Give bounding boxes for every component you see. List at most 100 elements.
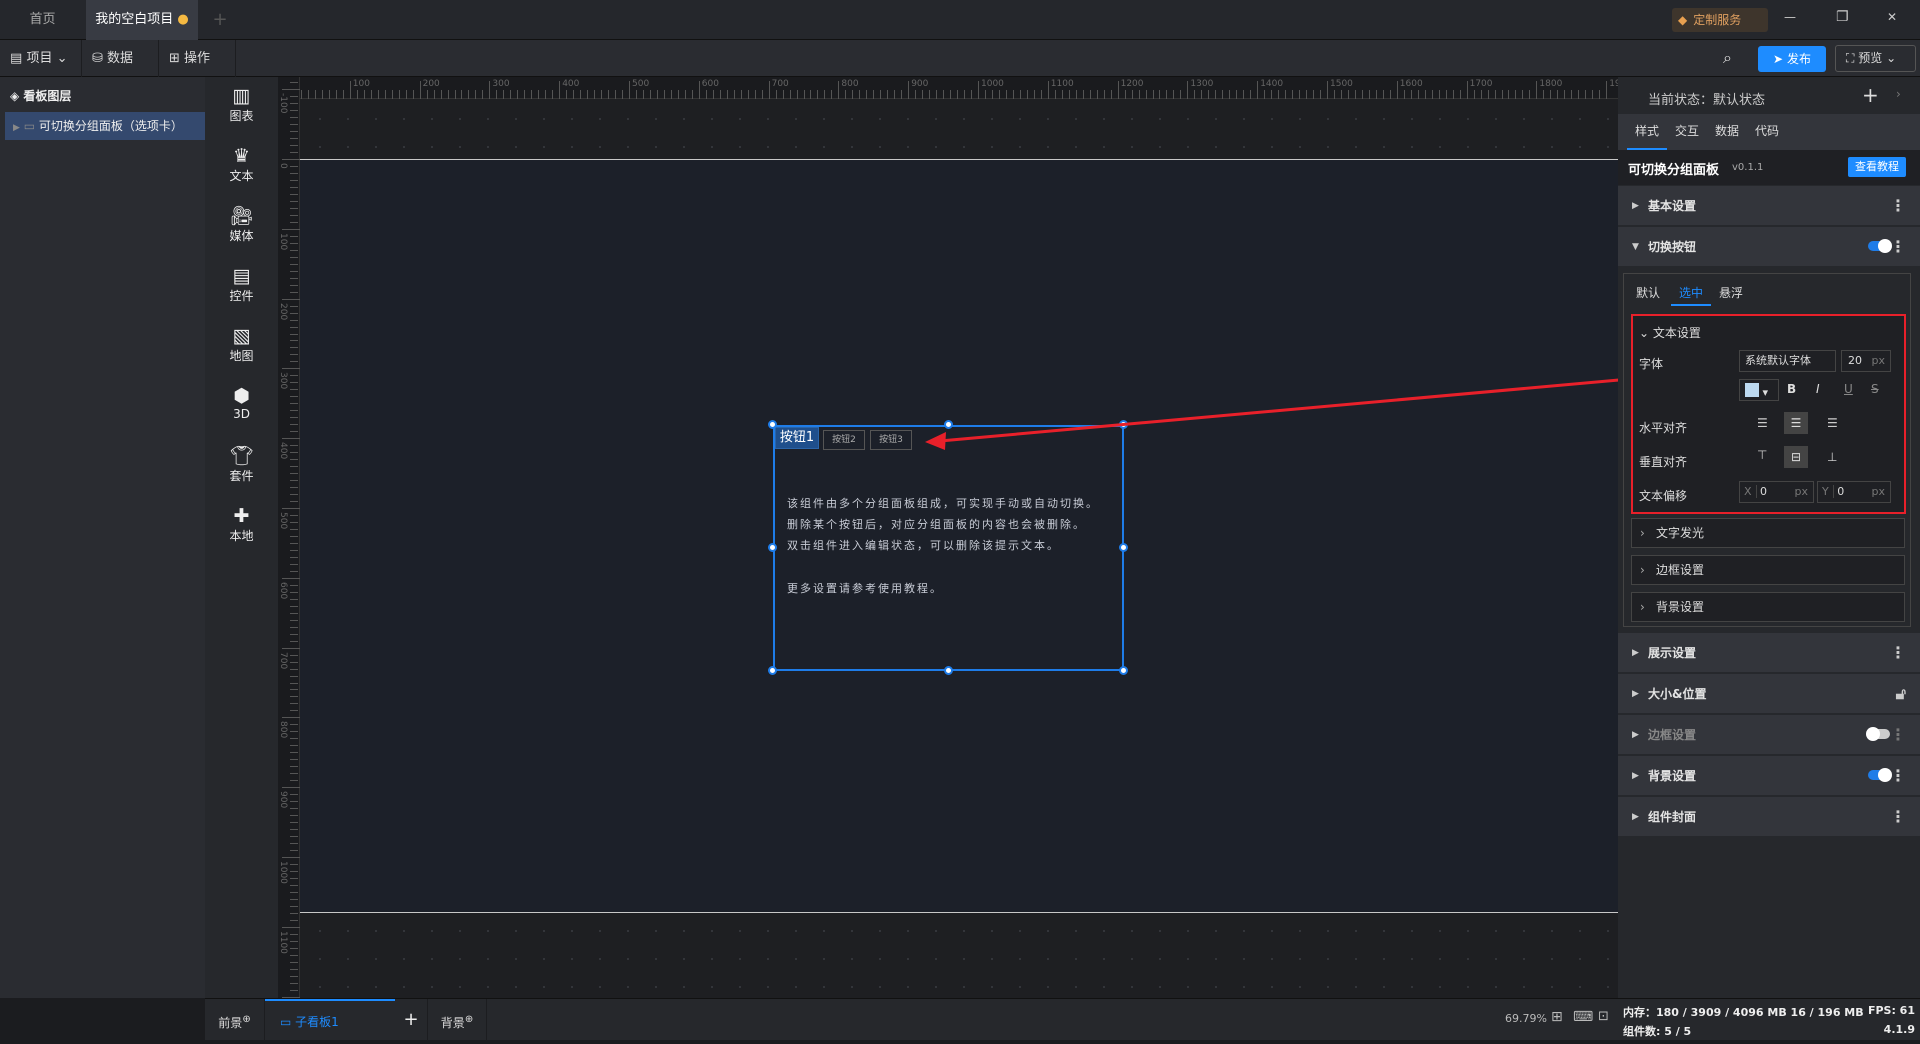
align-right-icon[interactable]: ☰	[1827, 416, 1838, 430]
align-middle-icon[interactable]: ⊟	[1784, 446, 1808, 468]
ruler-tick	[290, 375, 298, 377]
tab-panel-component[interactable]: 按钮1 按钮2 按钮3 该组件由多个分组面板组成，可实现手动或自动切换。 删除某…	[773, 425, 1124, 671]
align-top-icon[interactable]: ⊤	[1757, 448, 1767, 462]
ruler-tick	[290, 947, 298, 949]
tab-button-2[interactable]: 按钮2	[823, 430, 865, 450]
add-circle-icon[interactable]: ⊕	[465, 1014, 473, 1025]
preview-button[interactable]: ⛶ 预览 ⌄	[1835, 45, 1916, 72]
search-icon[interactable]: ⌕	[1723, 48, 1732, 68]
tab-home[interactable]: 首页	[0, 0, 85, 40]
more-icon[interactable]: ⋮	[1890, 227, 1906, 267]
ruler-tick	[290, 382, 298, 384]
state-tab-default[interactable]: 默认	[1636, 284, 1660, 301]
font-size-input[interactable]: 20 px	[1841, 350, 1891, 372]
strikethrough-button[interactable]: S	[1871, 382, 1879, 396]
align-left-icon[interactable]: ☰	[1757, 416, 1768, 430]
section-switch-button[interactable]: ▼ 切换按钮 ⋮	[1618, 227, 1920, 267]
more-icon[interactable]: ⋮	[1890, 756, 1906, 796]
section-background[interactable]: ▶ 背景设置 ⋮	[1618, 756, 1920, 796]
tab-code[interactable]: 代码	[1747, 114, 1787, 150]
tab-style[interactable]: 样式	[1627, 114, 1667, 150]
section-size-position[interactable]: ▶ 大小&位置 🔓︎	[1618, 674, 1920, 714]
state-tab-selected[interactable]: 选中	[1671, 284, 1711, 306]
subsection-border[interactable]: › 边框设置	[1631, 555, 1905, 585]
iconbar-item[interactable]: 👕︎ 套件	[205, 445, 278, 484]
underline-button[interactable]: U	[1844, 382, 1853, 396]
section-border[interactable]: ▶ 边框设置 ⋮	[1618, 715, 1920, 755]
publish-button[interactable]: ➤ 发布	[1758, 46, 1826, 72]
subsection-text-glow[interactable]: › 文字发光	[1631, 518, 1905, 548]
resize-handle[interactable]	[1119, 666, 1128, 675]
tab-project[interactable]: 我的空白项目 ●	[86, 0, 198, 40]
iconbar-item[interactable]: ⬢ 3D	[205, 385, 278, 421]
keyboard-icon[interactable]: ⌨	[1573, 1009, 1593, 1025]
resize-handle[interactable]	[768, 420, 777, 429]
bold-button[interactable]: B	[1787, 382, 1796, 396]
minimize-button[interactable]: —	[1784, 10, 1796, 24]
italic-button[interactable]: I	[1816, 382, 1820, 396]
resize-handle[interactable]	[768, 666, 777, 675]
tab-subboard[interactable]: ▭ 子看板1	[265, 999, 395, 1041]
subsection-background[interactable]: › 背景设置	[1631, 592, 1905, 622]
custom-service-button[interactable]: ◆ 定制服务	[1672, 8, 1768, 32]
custom-service-label: 定制服务	[1693, 13, 1742, 27]
tab-button-3[interactable]: 按钮3	[870, 430, 912, 450]
resize-handle[interactable]	[768, 543, 777, 552]
iconbar-item[interactable]: ✚ 本地	[205, 505, 278, 544]
close-button[interactable]: ✕	[1887, 10, 1897, 24]
add-tab-button[interactable]: +	[205, 0, 235, 40]
iconbar-label: 地图	[229, 349, 254, 363]
ruler-tick	[290, 731, 298, 733]
add-subboard-button[interactable]: +	[395, 999, 427, 1041]
tab-foreground[interactable]: 前景⊕	[205, 999, 265, 1041]
database-icon: ⛁	[92, 51, 103, 66]
menu-project[interactable]: ▤ 项目 ⌄	[0, 40, 82, 77]
restore-button[interactable]: ❐	[1836, 9, 1849, 25]
border-toggle[interactable]	[1866, 727, 1890, 741]
align-bottom-icon[interactable]: ⊥	[1827, 450, 1837, 464]
layer-item[interactable]: ▶ ▭ 可切换分组面板（选项卡）	[5, 112, 205, 140]
resize-handle[interactable]	[1119, 543, 1128, 552]
iconbar-item[interactable]: 🎥︎ 媒体	[205, 205, 278, 244]
text-color-picker[interactable]: ▾	[1739, 379, 1779, 401]
font-select[interactable]: 系统默认字体	[1739, 350, 1836, 372]
menu-label: 操作	[184, 51, 211, 66]
view-tutorial-button[interactable]: 查看教程	[1848, 157, 1906, 177]
iconbar-item[interactable]: ▤ 控件	[205, 265, 278, 304]
iconbar-item[interactable]: ♛ 文本	[205, 145, 278, 184]
more-icon[interactable]: ⋮	[1890, 633, 1906, 673]
iconbar-item[interactable]: ▧ 地图	[205, 325, 278, 364]
menu-data[interactable]: ⛁ 数据 ⌄	[82, 40, 159, 103]
section-basic[interactable]: ▶ 基本设置 ⋮	[1618, 186, 1920, 226]
fit-screen-icon[interactable]: ⊞	[1551, 1009, 1563, 1025]
chevron-right-icon[interactable]: ›	[1896, 87, 1901, 101]
add-circle-icon[interactable]: ⊕	[242, 1014, 250, 1025]
menu-operation[interactable]: ⊞ 操作 ⌄	[159, 40, 236, 103]
resize-handle[interactable]	[944, 666, 953, 675]
offset-y-input[interactable]: Y 0 px	[1817, 481, 1891, 503]
more-icon[interactable]: ⋮	[1890, 715, 1906, 755]
ruler-tick	[566, 90, 568, 99]
text-settings-header[interactable]: ⌄ 文本设置	[1639, 324, 1701, 341]
terminal-icon[interactable]: ⊡	[1598, 1009, 1609, 1024]
align-center-icon[interactable]: ☰	[1784, 412, 1808, 434]
lock-icon[interactable]: 🔓︎	[1896, 674, 1906, 714]
add-state-button[interactable]: +	[1862, 83, 1879, 107]
more-icon[interactable]: ⋮	[1890, 186, 1906, 226]
resize-handle[interactable]	[1119, 420, 1128, 429]
more-icon[interactable]: ⋮	[1890, 797, 1906, 837]
state-tab-hover[interactable]: 悬浮	[1719, 284, 1743, 301]
section-cover[interactable]: ▶ 组件封面 ⋮	[1618, 797, 1920, 837]
resize-handle[interactable]	[944, 420, 953, 429]
expand-icon: ▶	[13, 123, 20, 133]
switch-button-toggle[interactable]	[1868, 239, 1892, 253]
iconbar-item[interactable]: ▥ 图表	[205, 85, 278, 124]
tab-interaction[interactable]: 交互	[1667, 114, 1707, 150]
tab-button-1[interactable]: 按钮1	[775, 427, 819, 449]
section-display[interactable]: ▶ 展示设置 ⋮	[1618, 633, 1920, 673]
ruler-tick	[1075, 90, 1077, 99]
tab-background[interactable]: 背景⊕	[427, 999, 487, 1041]
offset-x-input[interactable]: X 0 px	[1739, 481, 1814, 503]
tab-data[interactable]: 数据	[1707, 114, 1747, 150]
background-toggle[interactable]	[1868, 768, 1892, 782]
